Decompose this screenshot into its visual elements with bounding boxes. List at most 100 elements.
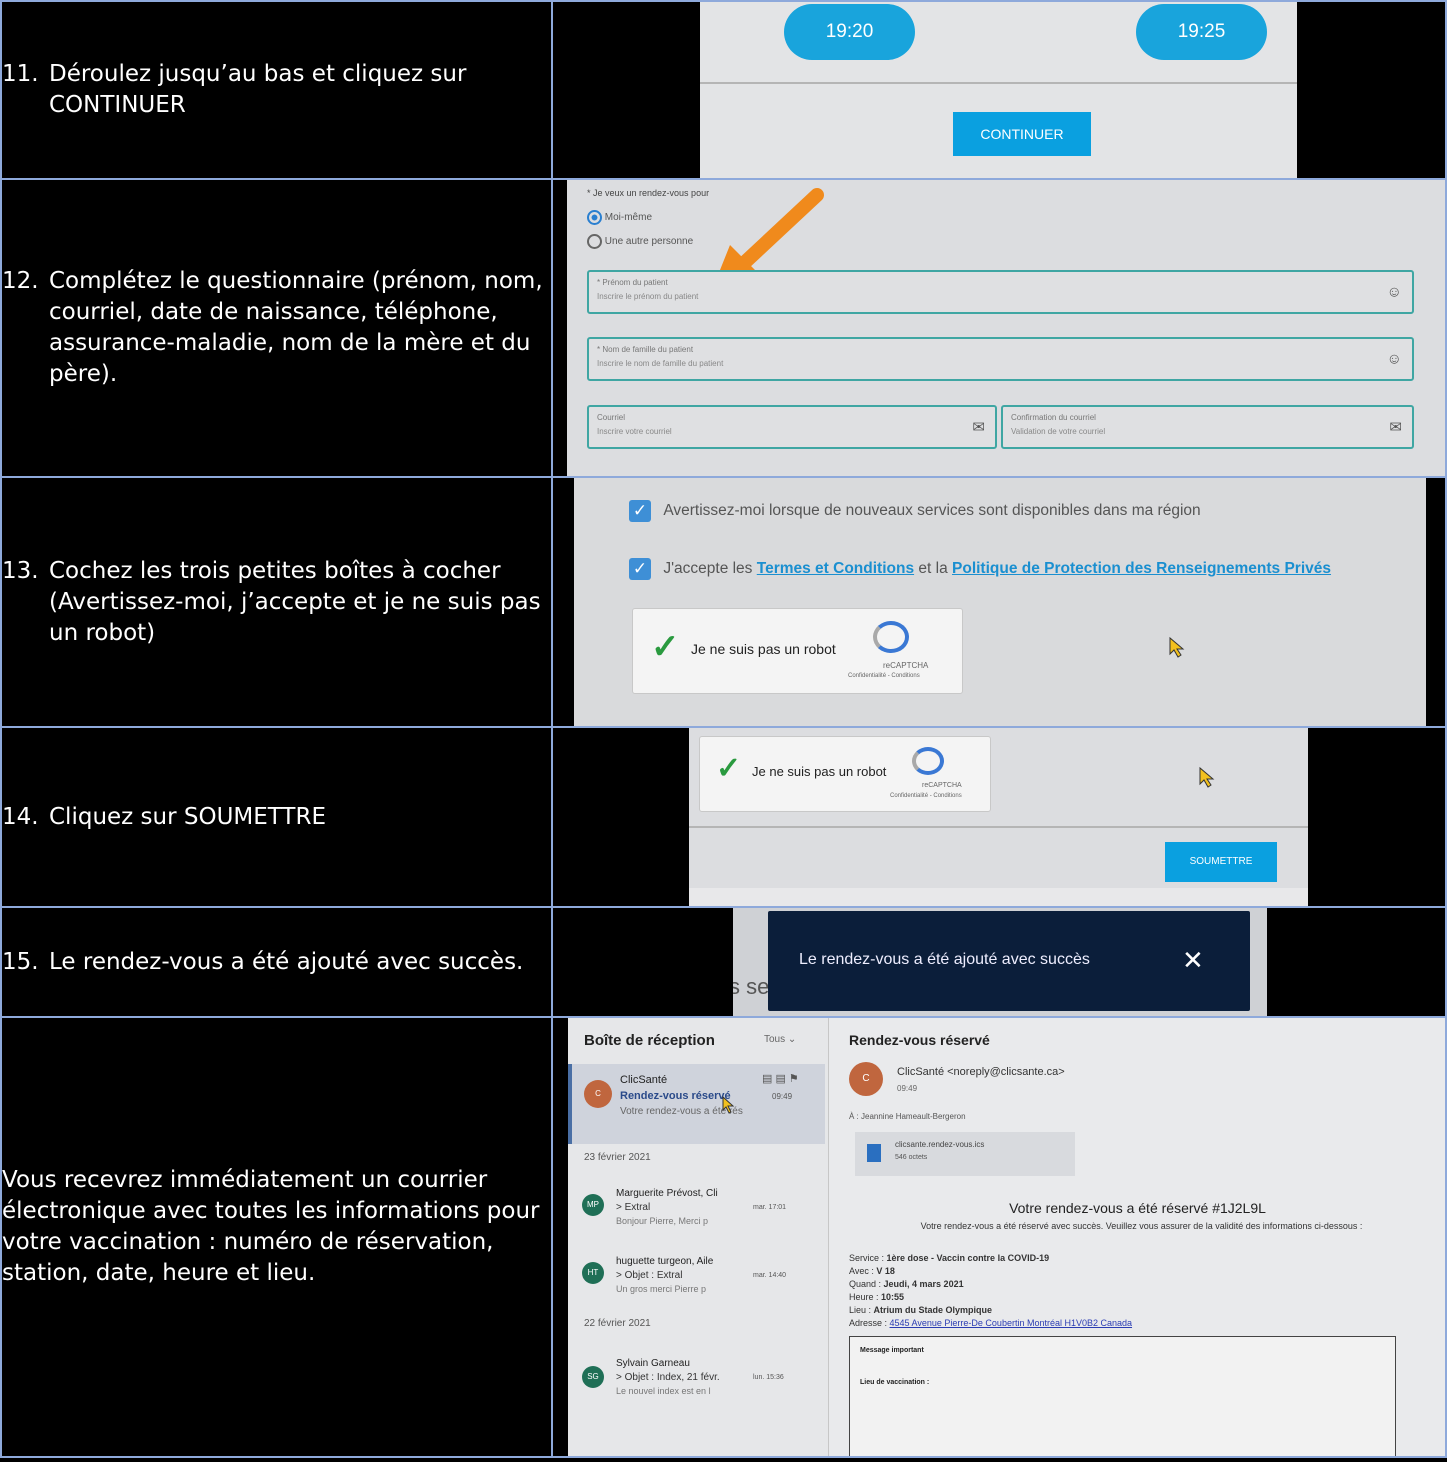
mail-actions-icon[interactable]: ▤ ▤ ⚑ [762, 1072, 799, 1085]
mail-sender: ClicSanté [620, 1074, 668, 1086]
field-label: Confirmation du courriel [1011, 413, 1096, 422]
mail-time: mar. 17:01 [753, 1204, 787, 1211]
accept-checkbox-row[interactable]: ✓ J'accepte les Termes et Conditions et … [629, 558, 1331, 580]
field-placeholder: Validation de votre courriel [1011, 427, 1106, 436]
check-icon: ✓ [716, 752, 742, 785]
mail-sender: Marguerite Prévost, Cli [616, 1188, 718, 1199]
filter-label: Tous [764, 1034, 786, 1045]
person-icon: ☺ [1386, 283, 1402, 301]
mail-item[interactable]: HT huguette turgeon, Aile > Objet : Extr… [568, 1242, 821, 1306]
field-label: Courriel [597, 413, 626, 422]
last-name-field[interactable]: * Nom de famille du patient Inscrire le … [587, 337, 1414, 381]
box-title: Message important [860, 1347, 924, 1354]
person-icon: ☺ [1386, 350, 1402, 368]
box-subtitle: Lieu de vaccination : [860, 1379, 930, 1386]
step-text: Cliquez sur SOUMETTRE [49, 803, 326, 830]
sender-address: ClicSanté <noreply@clicsante.ca> [897, 1066, 1065, 1078]
detail-value: V 18 [876, 1266, 895, 1276]
screenshot-cell: 19:20 19:25 CONTINUER [551, 0, 1447, 180]
filter-dropdown[interactable]: Tous ⌄ [764, 1034, 796, 1045]
notify-checkbox-row[interactable]: ✓ Avertissez-moi lorsque de nouveaux ser… [629, 500, 1201, 522]
final-text: Vous recevrez immédiatement un courrier … [2, 1167, 540, 1286]
recipient: À : Jeannine Hameault-Bergeron [849, 1112, 966, 1121]
toast-message: Le rendez-vous a été ajouté avec succès [799, 951, 1090, 968]
time-slot-1920[interactable]: 19:20 [784, 4, 915, 60]
attachment[interactable]: clicsante.rendez-vous.ics 546 octets [855, 1132, 1075, 1176]
step-row-12: 12. Complétez le questionnaire (prénom, n… [0, 178, 1447, 478]
recaptcha-box[interactable]: ✓ Je ne suis pas un robot reCAPTCHA Conf… [699, 736, 991, 812]
attachment-size: 546 octets [895, 1154, 928, 1161]
detail-label: Lieu : [849, 1305, 874, 1315]
detail-when: Quand : Jeudi, 4 mars 2021 [849, 1278, 1132, 1291]
reading-pane: Rendez-vous réservé C ClicSanté <noreply… [829, 1019, 1444, 1455]
mail-time: lun. 15:36 [753, 1374, 784, 1381]
recaptcha-brand: reCAPTCHA [883, 661, 929, 670]
screenshot-cell: * Je veux un rendez-vous pour Moi-même U… [551, 178, 1447, 478]
screenshot-email: Boîte de réception Tous ⌄ C ClicSanté ▤ … [568, 1019, 1444, 1455]
avatar: MP [582, 1194, 604, 1216]
detail-label: Service : [849, 1253, 887, 1263]
mail-sender: huguette turgeon, Aile [616, 1256, 714, 1267]
question-label: * Je veux un rendez-vous pour [587, 188, 710, 198]
cursor-icon [1169, 636, 1185, 658]
detail-label: Adresse : [849, 1318, 890, 1328]
recaptcha-logo-icon [912, 747, 944, 775]
chevron-down-icon: ⌄ [787, 1034, 797, 1045]
detail-label: Heure : [849, 1292, 882, 1302]
radio-selected-icon [587, 210, 602, 225]
radio-label: Une autre personne [604, 236, 694, 248]
avatar: C [584, 1080, 612, 1108]
recaptcha-logo-icon [873, 621, 909, 653]
email-confirm-field[interactable]: Confirmation du courriel Validation de v… [1001, 405, 1414, 449]
terms-link[interactable]: Termes et Conditions [757, 560, 914, 577]
step-number: 11. [2, 61, 39, 87]
step-row-14: 14. Cliquez sur SOUMETTRE ✓ Je ne suis pa… [0, 726, 1447, 908]
notify-label: Avertissez-moi lorsque de nouveaux servi… [663, 502, 1201, 520]
screenshot-cell: ✓ Je ne suis pas un robot reCAPTCHA Conf… [551, 726, 1447, 908]
screenshot-continue: 19:20 19:25 CONTINUER [700, 3, 1297, 177]
close-icon[interactable]: ✕ [1182, 945, 1204, 976]
mail-preview: Le nouvel index est en l [616, 1386, 711, 1396]
mail-item-selected[interactable]: C ClicSanté ▤ ▤ ⚑ Rendez-vous réservé 09… [568, 1064, 825, 1144]
submit-button[interactable]: SOUMETTRE [1165, 842, 1277, 882]
inbox-pane: Boîte de réception Tous ⌄ C ClicSanté ▤ … [568, 1019, 829, 1455]
envelope-icon: ✉ [1389, 419, 1402, 436]
radio-other[interactable]: Une autre personne [587, 234, 693, 249]
divider [700, 82, 1297, 84]
address-link[interactable]: 4545 Avenue Pierre-De Coubertin Montréal… [890, 1318, 1133, 1328]
page-bottom [689, 888, 1308, 905]
mail-item[interactable]: MP Marguerite Prévost, Cli > Extral mar.… [568, 1176, 821, 1240]
inbox-title: Boîte de réception [584, 1032, 715, 1049]
accept-prefix: J'accepte les [663, 560, 753, 578]
privacy-link[interactable]: Politique de Protection des Renseignemen… [952, 560, 1331, 577]
detail-with: Avec : V 18 [849, 1265, 1132, 1278]
mail-sender: Sylvain Garneau [616, 1358, 690, 1369]
final-instruction: Vous recevrez immédiatement un courrier … [0, 1016, 553, 1458]
step-instruction: 15. Le rendez-vous a été ajouté avec succ… [0, 906, 553, 1018]
message-title: Rendez-vous réservé [849, 1032, 990, 1048]
step-instruction: 13. Cochez les trois petites boîtes à coc… [0, 476, 553, 728]
success-toast: Le rendez-vous a été ajouté avec succès … [768, 911, 1250, 1011]
continue-button[interactable]: CONTINUER [953, 112, 1091, 156]
email-field[interactable]: Courriel Inscrire votre courriel ✉ [587, 405, 997, 449]
mail-item[interactable]: SG Sylvain Garneau > Objet : Index, 21 f… [568, 1348, 821, 1412]
step-number: 15. [2, 948, 39, 975]
recaptcha-links[interactable]: Confidentialité - Conditions [890, 793, 962, 799]
confirmation-heading: Votre rendez-vous a été réservé #1J2L9L [1009, 1200, 1266, 1216]
avatar: HT [582, 1262, 604, 1284]
step-row-15: 15. Le rendez-vous a été ajouté avec succ… [0, 906, 1447, 1018]
recaptcha-box[interactable]: ✓ Je ne suis pas un robot reCAPTCHA Conf… [632, 608, 963, 694]
confirmation-intro: Votre rendez-vous a été réservé avec suc… [920, 1221, 1363, 1231]
detail-value: Jeudi, 4 mars 2021 [883, 1279, 964, 1289]
step-text: Déroulez jusqu’au bas et cliquez sur CON… [49, 61, 467, 118]
checkbox-checked-icon[interactable]: ✓ [629, 558, 651, 580]
radio-myself[interactable]: Moi-même [587, 210, 652, 225]
checkbox-checked-icon[interactable]: ✓ [629, 500, 651, 522]
radio-empty-icon [587, 234, 602, 249]
first-name-field[interactable]: * Prénom du patient Inscrire le prénom d… [587, 270, 1414, 314]
attachment-name: clicsante.rendez-vous.ics [895, 1140, 985, 1149]
recaptcha-links[interactable]: Confidentialité - Conditions [848, 673, 920, 679]
field-placeholder: Inscrire votre courriel [597, 427, 672, 436]
time-slot-1925[interactable]: 19:25 [1136, 4, 1267, 60]
screenshot-cell: Boîte de réception Tous ⌄ C ClicSanté ▤ … [551, 1016, 1447, 1458]
